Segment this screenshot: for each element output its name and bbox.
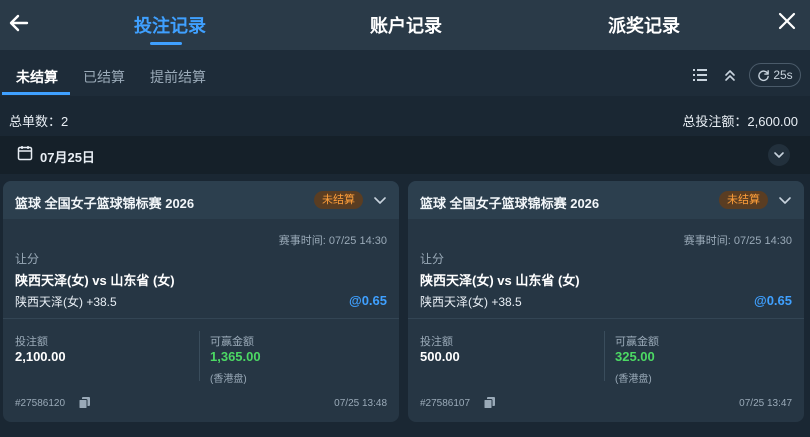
- calendar-icon: [17, 146, 33, 161]
- odds-format-note: (香港盘): [615, 374, 652, 385]
- refresh-icon: [758, 69, 770, 81]
- date-collapse-button[interactable]: [768, 144, 790, 166]
- bet-odds: @0.65: [349, 293, 387, 308]
- stake-label: 投注额: [15, 336, 48, 348]
- tab-bet-records[interactable]: 投注记录: [134, 12, 206, 38]
- active-tab-indicator: [150, 42, 182, 45]
- card-divider: [3, 318, 399, 319]
- amount-divider: [199, 331, 200, 381]
- amount-divider: [604, 331, 605, 381]
- bet-card[interactable]: 篮球 全国女子篮球锦标赛 2026 未结算 赛事时间: 07/25 14:30 …: [3, 181, 399, 422]
- bet-card-header: 篮球 全国女子篮球锦标赛 2026 未结算: [3, 181, 399, 219]
- payout-label: 可赢金额: [210, 336, 254, 348]
- copy-icon[interactable]: [78, 396, 91, 409]
- refresh-button[interactable]: 25s: [749, 63, 801, 87]
- payout-label: 可赢金额: [615, 336, 659, 348]
- date-group-header[interactable]: [0, 136, 810, 174]
- bet-card[interactable]: 篮球 全国女子篮球锦标赛 2026 未结算 赛事时间: 07/25 14:30 …: [408, 181, 804, 422]
- chevron-down-icon[interactable]: [776, 191, 794, 209]
- chevron-down-icon: [774, 152, 784, 158]
- stake-amount: 2,100.00: [15, 349, 66, 364]
- refresh-countdown: 25s: [773, 68, 793, 82]
- market-type: 让分: [420, 252, 445, 266]
- subtab-early-settlement[interactable]: 提前结算: [150, 67, 206, 87]
- copy-icon[interactable]: [483, 396, 496, 409]
- bet-id: #27586107: [420, 398, 471, 409]
- status-badge: 未结算: [314, 191, 363, 209]
- status-badge: 未结算: [719, 191, 768, 209]
- date-label: 07月25日: [40, 150, 95, 165]
- match-teams: 陕西天泽(女) vs 山东省 (女): [15, 273, 175, 288]
- payout-amount: 1,365.00: [210, 349, 261, 364]
- chevron-double-up-icon[interactable]: [721, 66, 739, 84]
- bet-title: 篮球 全国女子篮球锦标赛 2026: [420, 196, 600, 211]
- top-header: 投注记录 账户记录 派奖记录: [0, 0, 810, 50]
- list-icon[interactable]: [691, 66, 709, 84]
- bet-card-header: 篮球 全国女子篮球锦标赛 2026 未结算: [408, 181, 804, 219]
- chevron-down-icon[interactable]: [371, 191, 389, 209]
- payout-amount: 325.00: [615, 349, 655, 364]
- total-stake: 总投注额：2,600.00: [682, 114, 798, 129]
- bet-placed-time: 07/25 13:48: [334, 398, 387, 409]
- match-teams: 陕西天泽(女) vs 山东省 (女): [420, 273, 580, 288]
- bet-odds: @0.65: [754, 293, 792, 308]
- bet-selection: 陕西天泽(女) +38.5: [420, 295, 522, 309]
- match-time: 赛事时间: 07/25 14:30: [683, 235, 792, 247]
- subtab-unsettled[interactable]: 未结算: [16, 67, 58, 87]
- stake-label: 投注额: [420, 336, 453, 348]
- stake-amount: 500.00: [420, 349, 460, 364]
- total-count: 总单数：2: [9, 114, 69, 129]
- close-icon[interactable]: [776, 10, 798, 32]
- summary-bar: 总单数：2 总投注额：2,600.00: [0, 100, 810, 136]
- subtab-settled[interactable]: 已结算: [83, 67, 125, 87]
- bet-id: #27586120: [15, 398, 66, 409]
- bet-placed-time: 07/25 13:47: [739, 398, 792, 409]
- bet-selection: 陕西天泽(女) +38.5: [15, 295, 117, 309]
- arrow-left-icon[interactable]: [6, 10, 32, 36]
- tab-account-records[interactable]: 账户记录: [370, 12, 442, 38]
- odds-format-note: (香港盘): [210, 374, 247, 385]
- card-divider: [408, 318, 804, 319]
- market-type: 让分: [15, 252, 40, 266]
- match-time: 赛事时间: 07/25 14:30: [278, 235, 387, 247]
- tab-payout-records[interactable]: 派奖记录: [608, 12, 680, 38]
- bet-title: 篮球 全国女子篮球锦标赛 2026: [15, 196, 195, 211]
- subtab-active-indicator: [2, 92, 70, 95]
